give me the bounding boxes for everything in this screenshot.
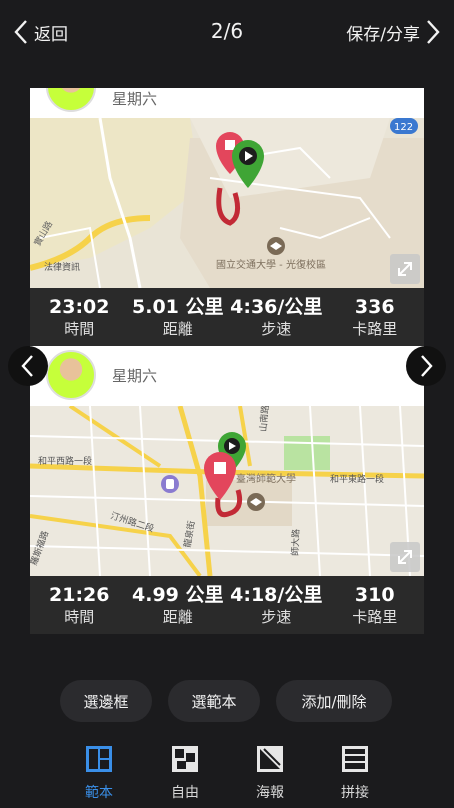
expand-icon	[398, 550, 412, 564]
street-label: 法律資訊	[44, 261, 80, 273]
stat-value: 4:36/公里	[230, 296, 323, 318]
stat-label: 距離	[162, 608, 193, 626]
route-map: 國立交通大學 - 光復校區 實山路 法律資訊 122	[30, 118, 424, 288]
activity-card: 星期六 和平西路一段 和平東路一段 汀州路二段 龍泉街 師大路 羅斯福路 山南路…	[30, 346, 424, 634]
tab-freeform[interactable]: 自由	[155, 744, 215, 802]
stat-label: 卡路里	[352, 320, 398, 338]
page-counter: 2/6	[210, 19, 244, 43]
campus-label: 臺灣師範大學	[236, 472, 296, 485]
save-share-button[interactable]: 保存/分享	[346, 18, 440, 46]
choose-border-button[interactable]: 選邊框	[60, 680, 152, 722]
street-label: 和平西路一段	[38, 455, 92, 467]
stats-bar: 21:26 時間 4.99 公里距離 4:18/公里步速 310 卡路里	[30, 576, 424, 634]
stat-time: 23:02 時間	[30, 288, 129, 346]
stat-label: 時間	[64, 320, 95, 338]
chevron-left-icon	[14, 20, 27, 44]
route-badge: 122	[394, 122, 413, 133]
activity-collage: 國立交通大學 - 光復校區 實山路 法律資訊 122 星期六 23:02 時間 …	[30, 88, 424, 634]
stat-value: 21:26	[49, 584, 110, 606]
stat-distance: 4.99 公里距離	[129, 576, 228, 634]
previous-page-button[interactable]	[8, 346, 48, 386]
expand-icon	[398, 262, 412, 276]
stat-label: 時間	[64, 608, 95, 626]
stat-label: 距離	[162, 320, 193, 338]
avatar	[46, 350, 96, 400]
action-bar: 選邊框 選範本 添加/刪除	[0, 680, 454, 722]
tab-poster[interactable]: 海報	[240, 744, 300, 802]
tab-label: 自由	[171, 785, 199, 801]
stat-calories: 310 卡路里	[326, 576, 425, 634]
next-page-button[interactable]	[406, 346, 446, 386]
stats-bar: 23:02 時間 5.01 公里距離 4:36/公里步速 336 卡路里	[30, 288, 424, 346]
template-icon	[86, 746, 112, 772]
freeform-icon	[172, 746, 198, 772]
stat-value: 310	[354, 584, 395, 606]
stat-calories: 336 卡路里	[326, 288, 425, 346]
stat-value: 23:02	[49, 296, 110, 318]
top-bar: 返回 2/6 保存/分享	[0, 0, 454, 62]
choose-template-button[interactable]: 選範本	[168, 680, 260, 722]
user-header: 星期六	[30, 88, 424, 118]
stat-value: 4:18/公里	[230, 584, 323, 606]
tab-label: 海報	[256, 785, 284, 801]
back-label: 返回	[34, 24, 68, 45]
weekday-label: 星期六	[112, 367, 158, 385]
tab-template[interactable]: 範本	[69, 744, 129, 802]
chevron-right-icon	[421, 355, 433, 377]
campus-label: 國立交通大學 - 光復校區	[216, 258, 326, 271]
stat-distance: 5.01 公里距離	[129, 288, 228, 346]
back-button[interactable]: 返回	[14, 18, 68, 46]
bottom-tab-bar: 範本 自由 海報 拼接	[0, 744, 454, 808]
stat-value: 4.99 公里	[132, 584, 224, 606]
street-label: 和平東路一段	[330, 473, 384, 485]
user-header: 星期六	[30, 346, 424, 406]
stat-pace: 4:18/公里步速	[227, 576, 326, 634]
stat-label: 步速	[261, 320, 292, 338]
tab-stitch[interactable]: 拼接	[325, 744, 385, 802]
street-label: 師大路	[289, 529, 302, 556]
stat-value: 5.01 公里	[132, 296, 224, 318]
stat-value: 336	[354, 296, 395, 318]
stat-pace: 4:36/公里步速	[227, 288, 326, 346]
stitch-icon	[342, 746, 368, 772]
tab-label: 範本	[85, 785, 113, 801]
avatar	[46, 88, 96, 112]
poster-icon	[257, 746, 283, 772]
expand-map-button[interactable]	[390, 254, 420, 284]
tab-label: 拼接	[341, 785, 369, 801]
expand-map-button[interactable]	[390, 542, 420, 572]
add-remove-button[interactable]: 添加/刪除	[276, 680, 392, 722]
stat-label: 卡路里	[352, 608, 398, 626]
save-share-label: 保存/分享	[346, 24, 420, 45]
chevron-left-icon	[21, 355, 33, 377]
route-map: 和平西路一段 和平東路一段 汀州路二段 龍泉街 師大路 羅斯福路 山南路 臺灣師…	[30, 406, 424, 576]
stat-time: 21:26 時間	[30, 576, 129, 634]
activity-card: 國立交通大學 - 光復校區 實山路 法律資訊 122 星期六 23:02 時間 …	[30, 88, 424, 346]
weekday-label: 星期六	[112, 90, 158, 108]
chevron-right-icon	[427, 20, 440, 44]
stat-label: 步速	[261, 608, 292, 626]
